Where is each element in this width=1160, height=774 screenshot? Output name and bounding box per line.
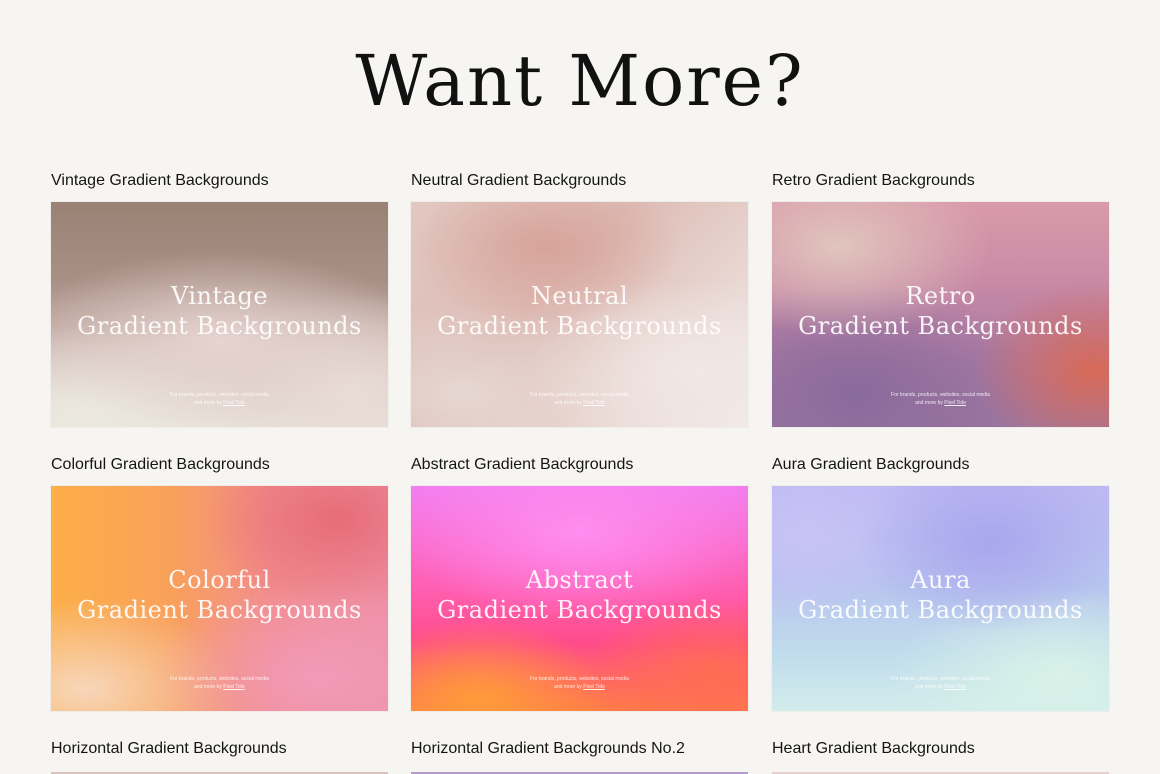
thumbnail-heading: Neutral: [530, 282, 629, 310]
product-thumbnail[interactable]: Abstract Gradient Backgrounds For brands…: [411, 486, 748, 711]
thumbnail-note-prefix: and more by: [554, 684, 584, 690]
product-title[interactable]: Heart Gradient Backgrounds: [772, 739, 1110, 759]
thumbnail-note-line: For brands, products, websites, social m…: [170, 392, 269, 398]
thumbnail-heading: Colorful: [168, 566, 271, 594]
thumbnail-note-line: For brands, products, websites, social m…: [891, 676, 990, 682]
product-title[interactable]: Abstract Gradient Backgrounds: [411, 455, 749, 475]
product-title[interactable]: Neutral Gradient Backgrounds: [411, 171, 749, 191]
thumbnail-note: For brands, products, websites, social m…: [51, 391, 388, 407]
thumbnail-note-link: Pixel Tide: [223, 684, 245, 690]
thumbnail-note-prefix: and more by: [915, 684, 945, 690]
product-title[interactable]: Horizontal Gradient Backgrounds: [51, 739, 389, 759]
thumbnail-note-line: and more by Pixel Tide: [411, 399, 748, 407]
thumbnail-note-prefix: and more by: [554, 400, 584, 406]
product-card-colorful[interactable]: Colorful Gradient Backgrounds Colorful G…: [51, 455, 389, 711]
product-title[interactable]: Colorful Gradient Backgrounds: [51, 455, 389, 475]
thumbnail-subheading: Gradient Backgrounds: [77, 312, 362, 340]
thumbnail-note-line: and more by Pixel Tide: [411, 683, 748, 691]
thumbnail-heading: Retro: [905, 282, 976, 310]
product-card-retro[interactable]: Retro Gradient Backgrounds Retro Gradien…: [772, 171, 1110, 427]
product-title[interactable]: Vintage Gradient Backgrounds: [51, 171, 389, 191]
thumbnail-subheading: Gradient Backgrounds: [437, 596, 722, 624]
thumbnail-subheading: Gradient Backgrounds: [798, 596, 1083, 624]
thumbnail-heading: Vintage: [170, 282, 269, 310]
product-thumbnail[interactable]: Retro Gradient Backgrounds For brands, p…: [772, 202, 1109, 427]
thumbnail-note-link: Pixel Tide: [223, 400, 245, 406]
product-thumbnail[interactable]: Aura Gradient Backgrounds For brands, pr…: [772, 486, 1109, 711]
thumbnail-note-link: Pixel Tide: [583, 684, 605, 690]
product-thumbnail[interactable]: Colorful Gradient Backgrounds For brands…: [51, 486, 388, 711]
thumbnail-note: For brands, products, websites, social m…: [772, 391, 1109, 407]
thumbnail-subheading: Gradient Backgrounds: [437, 312, 722, 340]
thumbnail-note: For brands, products, websites, social m…: [51, 675, 388, 691]
thumbnail-note-line: and more by Pixel Tide: [51, 683, 388, 691]
thumbnail-subheading: Gradient Backgrounds: [77, 596, 362, 624]
product-card-horizontal[interactable]: Horizontal Gradient Backgrounds: [51, 739, 389, 770]
thumbnail-note: For brands, products, websites, social m…: [772, 675, 1109, 691]
thumbnail-note-line: and more by Pixel Tide: [772, 683, 1109, 691]
thumbnail-heading: Aura: [910, 566, 971, 594]
thumbnail-note-prefix: and more by: [194, 684, 224, 690]
product-card-horizontal-no2[interactable]: Horizontal Gradient Backgrounds No.2: [411, 739, 749, 770]
thumbnail-note: For brands, products, websites, social m…: [411, 391, 748, 407]
thumbnail-note-prefix: and more by: [194, 400, 224, 406]
product-card-heart[interactable]: Heart Gradient Backgrounds: [772, 739, 1110, 770]
product-title[interactable]: Aura Gradient Backgrounds: [772, 455, 1110, 475]
page-title: Want More?: [355, 40, 805, 122]
product-thumbnail[interactable]: Vintage Gradient Backgrounds For brands,…: [51, 202, 388, 427]
thumbnail-note-link: Pixel Tide: [583, 400, 605, 406]
product-card-aura[interactable]: Aura Gradient Backgrounds Aura Gradient …: [772, 455, 1110, 711]
thumbnail-note: For brands, products, websites, social m…: [411, 675, 748, 691]
thumbnail-note-line: and more by Pixel Tide: [51, 399, 388, 407]
thumbnail-note-link: Pixel Tide: [944, 684, 966, 690]
thumbnail-note-line: and more by Pixel Tide: [772, 399, 1109, 407]
product-thumbnail[interactable]: Neutral Gradient Backgrounds For brands,…: [411, 202, 748, 427]
thumbnail-note-line: For brands, products, websites, social m…: [530, 676, 629, 682]
product-card-vintage[interactable]: Vintage Gradient Backgrounds Vintage Gra…: [51, 171, 389, 427]
thumbnail-note-prefix: and more by: [915, 400, 945, 406]
thumbnail-note-line: For brands, products, websites, social m…: [170, 676, 269, 682]
thumbnail-note-line: For brands, products, websites, social m…: [891, 392, 990, 398]
thumbnail-subheading: Gradient Backgrounds: [798, 312, 1083, 340]
product-title[interactable]: Horizontal Gradient Backgrounds No.2: [411, 739, 749, 759]
thumbnail-heading: Abstract: [525, 566, 634, 594]
product-card-abstract[interactable]: Abstract Gradient Backgrounds Abstract G…: [411, 455, 749, 711]
thumbnail-note-link: Pixel Tide: [944, 400, 966, 406]
thumbnail-note-line: For brands, products, websites, social m…: [530, 392, 629, 398]
product-card-neutral[interactable]: Neutral Gradient Backgrounds Neutral Gra…: [411, 171, 749, 427]
product-title[interactable]: Retro Gradient Backgrounds: [772, 171, 1110, 191]
